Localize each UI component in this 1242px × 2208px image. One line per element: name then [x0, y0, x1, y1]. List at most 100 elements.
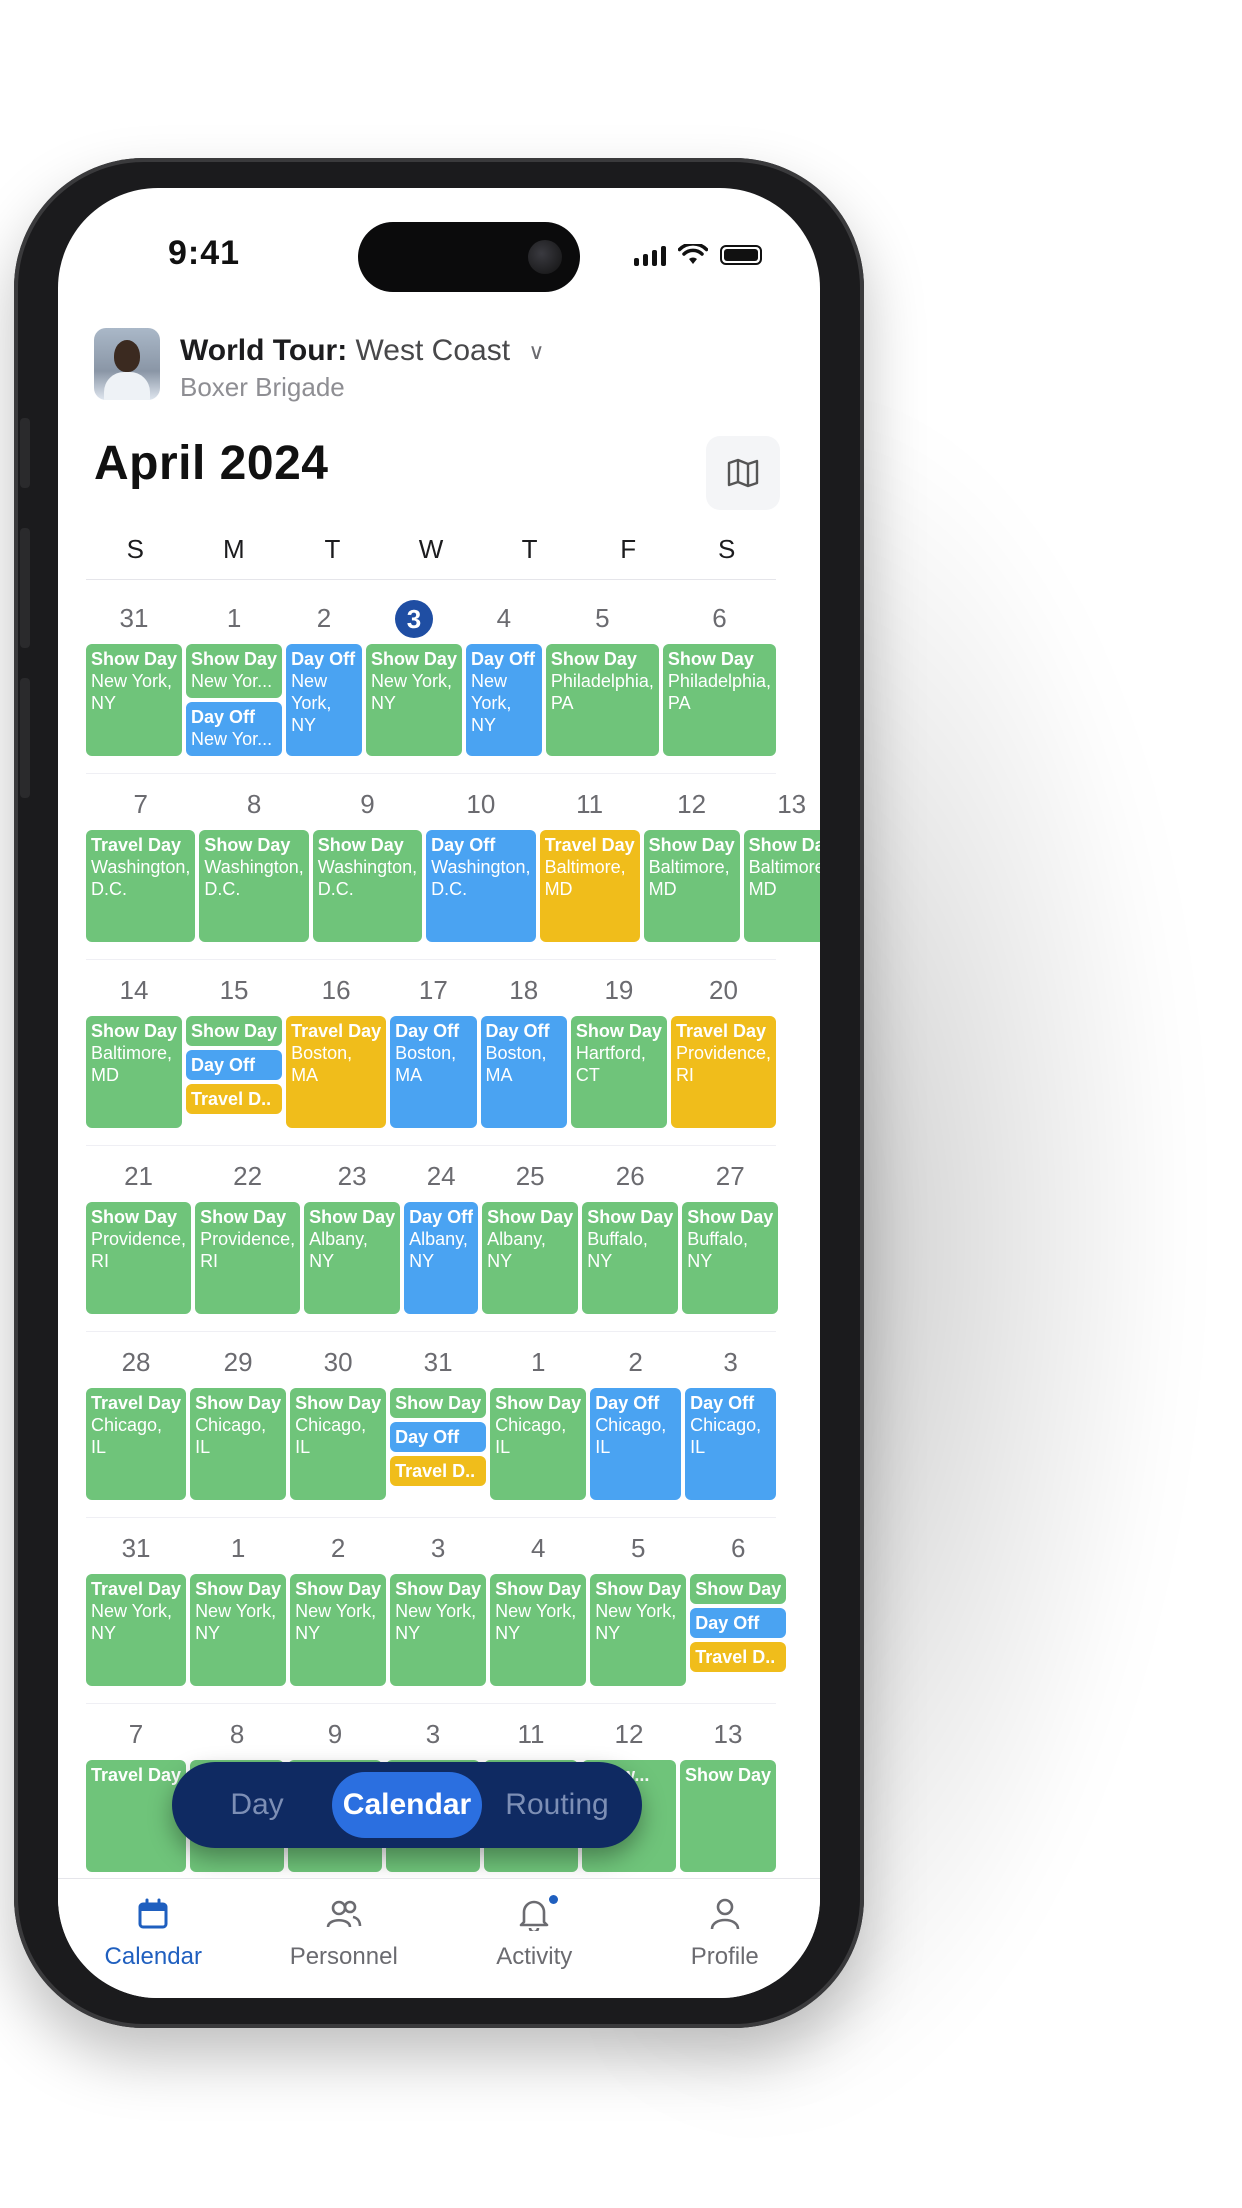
day-cell[interactable]: 22 Show Day Providence, RI — [195, 1146, 301, 1331]
day-cell[interactable]: 9 Show Day Washington, D.C. — [312, 774, 423, 959]
event-chip[interactable]: Travel Day Washington, D.C. — [86, 830, 196, 942]
event-chip[interactable]: Show Day New York, NY — [86, 644, 183, 756]
day-cell[interactable]: 19 Show Day Hartford, CT — [570, 960, 667, 1145]
day-cell[interactable]: 13 Show Day — [679, 1704, 776, 1889]
day-cell[interactable]: 29 Show Day Chicago, IL — [190, 1332, 287, 1517]
event-chip[interactable]: Travel Day Providence, RI — [670, 1016, 776, 1128]
event-chip[interactable]: Show Day Philadelphia, PA — [545, 644, 659, 756]
event-chip[interactable]: Show Day Providence, RI — [195, 1202, 301, 1314]
event-chip[interactable]: Show Day Chicago, IL — [190, 1388, 287, 1500]
event-chip[interactable]: Day Off — [390, 1422, 487, 1452]
tab-activity[interactable]: Activity — [439, 1879, 630, 1998]
event-chip[interactable]: Day Off Chicago, IL — [590, 1388, 682, 1500]
event-chip[interactable]: Show Day Buffalo, NY — [682, 1202, 779, 1314]
event-chip[interactable]: Show Day Philadelphia, PA — [662, 644, 776, 756]
day-cell[interactable]: 6 Show Day Philadelphia, PA — [662, 588, 776, 773]
map-button[interactable] — [706, 436, 780, 510]
event-chip[interactable]: Day Off Washington, D.C. — [426, 830, 536, 942]
day-cell[interactable]: 2 Day Off Chicago, IL — [590, 1332, 682, 1517]
event-chip[interactable]: Show Day Washington, D.C. — [199, 830, 309, 942]
day-cell[interactable]: 1 Show Day Chicago, IL — [490, 1332, 587, 1517]
day-cell[interactable]: 7 Travel Day — [86, 1704, 187, 1889]
day-cell[interactable]: 1 Show Day New Yor... Day Off New Yor... — [186, 588, 283, 773]
day-cell[interactable]: 3 Show Day New York, NY — [390, 1518, 487, 1703]
event-chip[interactable]: Show DayBaltimore, MD — [743, 830, 820, 942]
day-cell[interactable]: 5 Show Day New York, NY — [590, 1518, 687, 1703]
day-cell[interactable]: 7 Travel Day Washington, D.C. — [86, 774, 196, 959]
day-cell[interactable]: 2 Show Day New York, NY — [290, 1518, 387, 1703]
event-chip[interactable]: Show Day — [186, 1016, 283, 1046]
event-chip[interactable]: Show Day — [390, 1388, 487, 1418]
tour-title[interactable]: World Tour: West Coast ∨ — [180, 334, 544, 368]
toggle-day[interactable]: Day — [182, 1772, 332, 1838]
day-cell[interactable]: 14 Show Day Baltimore, MD — [86, 960, 183, 1145]
day-cell[interactable]: 18 Day Off Boston, MA — [480, 960, 567, 1145]
day-cell[interactable]: 16 Travel Day Boston, MA — [286, 960, 387, 1145]
event-chip[interactable]: Show Day New York, NY — [490, 1574, 587, 1686]
day-cell[interactable]: 6 Show Day Day Off Travel D.. — [690, 1518, 787, 1703]
event-chip[interactable]: Show Day Chicago, IL — [290, 1388, 387, 1500]
day-cell[interactable]: 12 Show Day Baltimore, MD — [643, 774, 740, 959]
day-cell[interactable]: 28 Travel Day Chicago, IL — [86, 1332, 187, 1517]
event-chip[interactable]: Travel D.. — [390, 1456, 487, 1486]
day-cell[interactable]: 11 Travel Day Baltimore, MD — [539, 774, 640, 959]
event-chip[interactable]: Day Off — [186, 1050, 283, 1080]
event-chip[interactable]: Show Day Chicago, IL — [490, 1388, 587, 1500]
day-cell[interactable]: 26 Show Day Buffalo, NY — [582, 1146, 679, 1331]
day-cell[interactable]: 23 Show Day Albany, NY — [304, 1146, 401, 1331]
chevron-down-icon[interactable]: ∨ — [528, 339, 544, 365]
day-cell[interactable]: 24 Day Off Albany, NY — [404, 1146, 479, 1331]
event-chip[interactable]: Travel Day New York, NY — [86, 1574, 187, 1686]
event-chip[interactable]: Show Day Albany, NY — [304, 1202, 401, 1314]
event-chip[interactable]: Show Day Providence, RI — [86, 1202, 192, 1314]
event-chip[interactable]: Show Day Albany, NY — [482, 1202, 579, 1314]
day-cell[interactable]: 10 Day Off Washington, D.C. — [426, 774, 536, 959]
day-cell[interactable]: 21 Show Day Providence, RI — [86, 1146, 192, 1331]
day-cell[interactable]: 1 Show Day New York, NY — [190, 1518, 287, 1703]
toggle-routing[interactable]: Routing — [482, 1772, 632, 1838]
day-cell[interactable]: 4 Show Day New York, NY — [490, 1518, 587, 1703]
day-cell[interactable]: 17 Day Off Boston, MA — [390, 960, 477, 1145]
view-toggle[interactable]: Day Calendar Routing — [172, 1762, 642, 1848]
day-cell[interactable]: 2 Day Off New York, NY — [286, 588, 362, 773]
event-chip[interactable]: Show DayBaltimore, MD — [86, 1016, 183, 1128]
event-chip[interactable]: Travel D.. — [186, 1084, 283, 1114]
tour-header[interactable]: World Tour: West Coast ∨ Boxer Brigade — [94, 328, 780, 408]
day-cell[interactable]: 31 Show Day New York, NY — [86, 588, 183, 773]
tab-profile[interactable]: Profile — [630, 1879, 821, 1998]
day-cell[interactable]: 4 Day Off New York, NY — [465, 588, 542, 773]
event-chip[interactable]: Day Off Boston, MA — [480, 1016, 567, 1128]
event-chip[interactable]: Show Day New York, NY — [190, 1574, 287, 1686]
event-chip[interactable]: Travel Day — [86, 1760, 187, 1872]
day-cell[interactable]: 30 Show Day Chicago, IL — [290, 1332, 387, 1517]
event-chip[interactable]: Show Day Washington, D.C. — [312, 830, 423, 942]
event-chip[interactable]: Travel D.. — [690, 1642, 787, 1672]
event-chip[interactable]: Show Day New York, NY — [290, 1574, 387, 1686]
event-chip[interactable]: Travel Day Baltimore, MD — [539, 830, 640, 942]
event-chip[interactable]: Show DayBaltimore, MD — [643, 830, 740, 942]
event-chip[interactable]: Day Off Albany, NY — [404, 1202, 479, 1314]
tab-personnel[interactable]: Personnel — [249, 1879, 440, 1998]
event-chip[interactable]: Travel Day Boston, MA — [286, 1016, 387, 1128]
event-chip[interactable]: Day Off — [690, 1608, 787, 1638]
day-cell[interactable]: 15 Show Day Day Off Travel D.. — [186, 960, 283, 1145]
day-cell[interactable]: 31 Travel Day New York, NY — [86, 1518, 187, 1703]
event-chip[interactable]: Show Day New York, NY — [390, 1574, 487, 1686]
day-cell[interactable]: 20 Travel Day Providence, RI — [670, 960, 776, 1145]
day-cell[interactable]: 13 Show DayBaltimore, MD — [743, 774, 820, 959]
event-chip[interactable]: Day Off Boston, MA — [390, 1016, 477, 1128]
event-chip[interactable]: Day Off New York, NY — [286, 644, 362, 756]
day-cell[interactable]: 8 Show Day Washington, D.C. — [199, 774, 309, 959]
toggle-calendar[interactable]: Calendar — [332, 1772, 482, 1838]
event-chip[interactable]: Show Day — [679, 1760, 776, 1872]
event-chip[interactable]: Day Off New Yor... — [186, 702, 283, 756]
event-chip[interactable]: Show Day — [690, 1574, 787, 1604]
tab-calendar[interactable]: Calendar — [58, 1879, 249, 1998]
day-cell[interactable]: 31 Show Day Day Off Travel D.. — [390, 1332, 487, 1517]
day-cell[interactable]: 3 Day Off Chicago, IL — [685, 1332, 776, 1517]
event-chip[interactable]: Day Off Chicago, IL — [685, 1388, 776, 1500]
event-chip[interactable]: Show Day New York, NY — [590, 1574, 687, 1686]
event-chip[interactable]: Travel Day Chicago, IL — [86, 1388, 187, 1500]
event-chip[interactable]: Show Day New York, NY — [365, 644, 462, 756]
event-chip[interactable]: Show Day New Yor... — [186, 644, 283, 698]
